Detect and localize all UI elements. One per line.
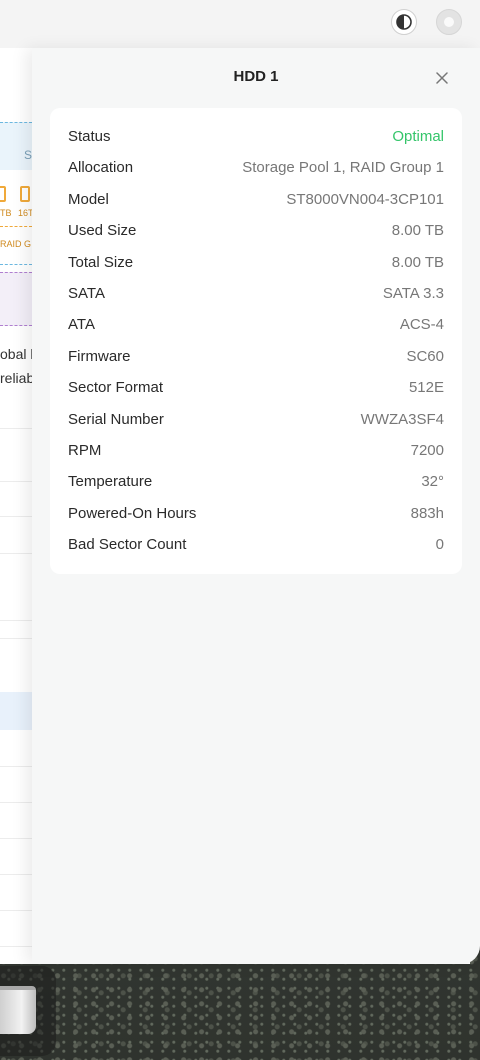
info-row-sector-format: Sector Format 512E	[68, 372, 444, 403]
info-value: ST8000VN004-3CP101	[286, 190, 444, 208]
info-row-model: Model ST8000VN004-3CP101	[68, 184, 444, 215]
table-divider	[0, 516, 32, 517]
table-divider	[0, 553, 32, 554]
table-divider	[0, 620, 32, 621]
info-row-bad-sector-count: Bad Sector Count 0	[68, 529, 444, 560]
info-label: Powered-On Hours	[68, 504, 197, 522]
description-text-fragment: obal h	[0, 346, 32, 362]
info-label: Temperature	[68, 473, 153, 491]
info-row-status: Status Optimal	[68, 121, 444, 152]
user-avatar-button[interactable]	[436, 9, 462, 35]
table-row-selected[interactable]	[0, 692, 32, 730]
info-row-temperature: Temperature 32°	[68, 466, 444, 497]
info-value: 7200	[410, 442, 444, 459]
info-label: Sector Format	[68, 379, 164, 397]
info-label: Model	[68, 190, 109, 208]
info-label: SATA	[68, 285, 105, 302]
raid-group-label-fragment: RAID G	[0, 239, 32, 249]
table-divider	[0, 481, 32, 482]
storage-pool-strip	[0, 122, 32, 170]
status-value: Optimal	[392, 128, 444, 145]
info-value: Storage Pool 1, RAID Group 1	[242, 159, 444, 177]
table-divider	[0, 946, 32, 947]
info-value: 0	[435, 536, 444, 554]
info-value: SATA 3.3	[382, 285, 444, 302]
volume-strip	[0, 272, 32, 326]
theme-toggle-button[interactable]	[391, 9, 417, 35]
hdd-info-card: Status Optimal Allocation Storage Pool 1…	[50, 108, 462, 574]
avatar-icon	[444, 17, 454, 27]
info-row-used-size: Used Size 8.00 TB	[68, 215, 444, 246]
disk-icon	[20, 186, 30, 202]
pool-border	[0, 264, 32, 265]
disk-size-fragment: 16T	[18, 208, 32, 218]
table-divider	[0, 766, 32, 767]
info-label: Allocation	[68, 159, 134, 177]
info-label: Firmware	[68, 347, 131, 365]
contrast-icon	[396, 14, 412, 30]
table-divider	[0, 802, 32, 803]
storage-overview-column: S TB 16T RAID G obal h reliab	[0, 48, 32, 964]
info-value: ACS-4	[399, 316, 444, 334]
info-row-allocation: Allocation Storage Pool 1, RAID Group 1	[68, 152, 444, 183]
close-button[interactable]	[434, 70, 450, 86]
info-value: 8.00 TB	[391, 253, 444, 271]
close-icon	[436, 72, 448, 84]
info-row-ata: ATA ACS-4	[68, 309, 444, 340]
info-label: Used Size	[68, 222, 137, 240]
top-menu-bar	[0, 0, 480, 48]
info-value: SC60	[406, 347, 444, 365]
info-value: 8.00 TB	[391, 222, 444, 240]
info-label: RPM	[68, 442, 102, 459]
info-row-total-size: Total Size 8.00 TB	[68, 247, 444, 278]
description-text-fragment: reliab	[0, 370, 32, 386]
storage-pool-label-fragment: S	[24, 148, 32, 162]
info-row-serial-number: Serial Number WWZA3SF4	[68, 404, 444, 435]
table-divider	[0, 874, 32, 875]
disk-size-fragment: TB	[0, 208, 12, 218]
info-value: WWZA3SF4	[360, 410, 444, 428]
hdd-detail-drawer: HDD 1 Status Optimal Allocation Storage …	[32, 48, 480, 964]
info-label: Serial Number	[68, 410, 164, 428]
table-divider	[0, 910, 32, 911]
table-divider	[0, 638, 32, 639]
trash-icon[interactable]	[0, 986, 36, 1034]
table-divider	[0, 428, 32, 429]
info-label: Status	[68, 128, 111, 145]
info-value: 512E	[408, 379, 444, 397]
info-row-powered-on-hours: Powered-On Hours 883h	[68, 498, 444, 529]
info-row-firmware: Firmware SC60	[68, 341, 444, 372]
drawer-title: HDD 1	[233, 68, 279, 85]
info-value: 883h	[410, 504, 444, 522]
info-value: 32°	[421, 473, 444, 491]
table-divider	[0, 838, 32, 839]
info-label: Bad Sector Count	[68, 536, 187, 554]
info-label: Total Size	[68, 253, 134, 271]
info-label: ATA	[68, 316, 95, 334]
disk-icon	[0, 186, 6, 202]
raid-group-border	[0, 226, 32, 227]
info-row-sata: SATA SATA 3.3	[68, 278, 444, 309]
info-row-rpm: RPM 7200	[68, 435, 444, 466]
